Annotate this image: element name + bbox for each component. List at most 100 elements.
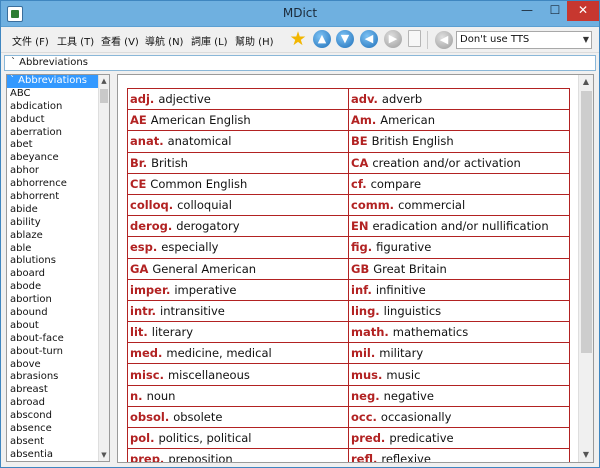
abbreviation-key[interactable]: occ.	[351, 410, 377, 424]
abbreviation-key[interactable]: colloq.	[130, 198, 173, 212]
word-list-item[interactable]: abhor	[7, 165, 109, 178]
abbreviation-key[interactable]: mus.	[351, 368, 382, 382]
word-list-scrollbar[interactable]: ▲ ▼	[98, 75, 109, 461]
word-list-item[interactable]: ABC	[7, 88, 109, 101]
forward-icon[interactable]: ▶	[384, 30, 402, 48]
abbreviation-key[interactable]: ling.	[351, 304, 380, 318]
abbreviation-key[interactable]: EN	[351, 219, 368, 233]
close-button[interactable]: ✕	[567, 1, 599, 21]
abbreviation-key[interactable]: lit.	[130, 325, 148, 339]
abbreviation-key[interactable]: inf.	[351, 283, 372, 297]
word-list-item[interactable]: abet	[7, 139, 109, 152]
word-list-item[interactable]: abeyance	[7, 152, 109, 165]
speaker-icon[interactable]: ◀	[435, 31, 453, 49]
abbreviation-key[interactable]: pol.	[130, 431, 154, 445]
word-list-item[interactable]: abroad	[7, 397, 109, 410]
maximize-button[interactable]: ☐	[541, 1, 569, 21]
word-list[interactable]: ` Abbreviations ABC abdication abduct aberra…	[6, 74, 110, 462]
word-list-item[interactable]: absence	[7, 423, 109, 436]
tts-select[interactable]: Don't use TTS ▼	[456, 31, 592, 49]
abbreviation-key[interactable]: derog.	[130, 219, 172, 233]
word-list-item[interactable]: able	[7, 243, 109, 256]
menu-navigate[interactable]: 導航 (N)	[145, 33, 183, 48]
abbreviation-key[interactable]: intr.	[130, 304, 156, 318]
abbreviation-key[interactable]: GA	[130, 262, 148, 276]
word-list-item[interactable]: abreast	[7, 384, 109, 397]
chevron-down-icon[interactable]: ▼	[583, 32, 589, 48]
word-list-item[interactable]: abound	[7, 307, 109, 320]
clipboard-icon[interactable]	[408, 30, 421, 47]
word-list-item[interactable]: abhorrent	[7, 191, 109, 204]
abbreviation-meaning: American English	[150, 113, 251, 128]
abbreviation-key[interactable]: anat.	[130, 134, 164, 148]
abbreviation-key[interactable]: GB	[351, 262, 369, 276]
abbreviation-key[interactable]: pred.	[351, 431, 385, 445]
abbreviation-key[interactable]: fig.	[351, 240, 372, 254]
word-list-item[interactable]: abscond	[7, 410, 109, 423]
abbreviation-key[interactable]: BE	[351, 134, 368, 148]
abbreviation-key[interactable]: math.	[351, 325, 389, 339]
abbreviation-meaning: linguistics	[383, 303, 442, 318]
scroll-down-icon[interactable]: ▼	[336, 30, 354, 48]
abbreviation-key[interactable]: obsol.	[130, 410, 169, 424]
word-list-item[interactable]: aberration	[7, 127, 109, 140]
abbreviation-key[interactable]: cf.	[351, 177, 367, 191]
word-list-item[interactable]: abide	[7, 204, 109, 217]
word-list-item[interactable]: absentia	[7, 449, 109, 461]
abbreviation-key[interactable]: Am.	[351, 113, 376, 127]
abbreviation-key[interactable]: neg.	[351, 389, 380, 403]
abbreviation-key[interactable]: prep.	[130, 452, 164, 462]
abbreviation-meaning: General American	[152, 261, 257, 276]
word-list-item[interactable]: above	[7, 359, 109, 372]
abbreviation-key[interactable]: Br.	[130, 156, 147, 170]
word-list-item[interactable]: about-turn	[7, 346, 109, 359]
word-list-item[interactable]: abortion	[7, 294, 109, 307]
word-list-item[interactable]: abode	[7, 281, 109, 294]
scroll-down-arrow-icon[interactable]: ▼	[579, 448, 593, 462]
word-list-item[interactable]: about-face	[7, 333, 109, 346]
abbreviation-key[interactable]: n.	[130, 389, 143, 403]
menu-file[interactable]: 文件 (F)	[12, 33, 49, 48]
abbreviation-key[interactable]: CE	[130, 177, 146, 191]
abbreviation-key[interactable]: misc.	[130, 368, 164, 382]
abbreviation-key[interactable]: adv.	[351, 92, 378, 106]
menu-view[interactable]: 查看 (V)	[101, 33, 139, 48]
abbreviation-key[interactable]: CA	[351, 156, 368, 170]
menu-library[interactable]: 詞庫 (L)	[191, 33, 228, 48]
minimize-button[interactable]: —	[513, 1, 541, 21]
abbreviation-key[interactable]: imper.	[130, 283, 170, 297]
abbreviation-key[interactable]: esp.	[130, 240, 157, 254]
scrollbar-thumb[interactable]	[581, 91, 592, 353]
menu-help[interactable]: 幫助 (H)	[235, 33, 274, 48]
scrollbar-thumb[interactable]	[100, 89, 108, 103]
scroll-up-arrow-icon[interactable]: ▲	[99, 75, 109, 87]
favorite-star-icon[interactable]: ★	[288, 29, 308, 49]
definition-scrollbar[interactable]: ▲ ▼	[578, 75, 593, 462]
word-list-item[interactable]: ablaze	[7, 230, 109, 243]
abbreviation-key[interactable]: adj.	[130, 92, 154, 106]
definition-pane[interactable]: adj. adjective adv. adverb AE American Englis…	[117, 74, 594, 463]
word-list-item[interactable]: abrasions	[7, 371, 109, 384]
word-list-item[interactable]: ability	[7, 217, 109, 230]
word-list-item[interactable]: about	[7, 320, 109, 333]
word-list-item[interactable]: absent	[7, 436, 109, 449]
abbreviation-key[interactable]: AE	[130, 113, 147, 127]
word-list-item[interactable]: aboard	[7, 268, 109, 281]
scroll-down-arrow-icon[interactable]: ▼	[99, 449, 109, 461]
scroll-up-icon[interactable]: ▲	[313, 30, 331, 48]
scroll-up-arrow-icon[interactable]: ▲	[579, 75, 593, 89]
word-list-item[interactable]: abhorrence	[7, 178, 109, 191]
word-list-item[interactable]: abdication	[7, 101, 109, 114]
menu-tools[interactable]: 工具 (T)	[57, 33, 94, 48]
word-list-item[interactable]: ablutions	[7, 255, 109, 268]
abbreviation-key[interactable]: mil.	[351, 346, 375, 360]
abbreviation-key[interactable]: comm.	[351, 198, 394, 212]
abbreviation-key[interactable]: med.	[130, 346, 162, 360]
search-input[interactable]: ` Abbreviations	[4, 55, 596, 71]
word-list-item[interactable]: abduct	[7, 114, 109, 127]
title-bar[interactable]: MDict — ☐ ✕	[1, 1, 599, 27]
back-icon[interactable]: ◀	[360, 30, 378, 48]
abbreviation-key[interactable]: refl.	[351, 452, 377, 462]
word-list-item[interactable]: ` Abbreviations	[7, 75, 109, 88]
table-row: lit. literary math. mathematics	[127, 321, 570, 344]
